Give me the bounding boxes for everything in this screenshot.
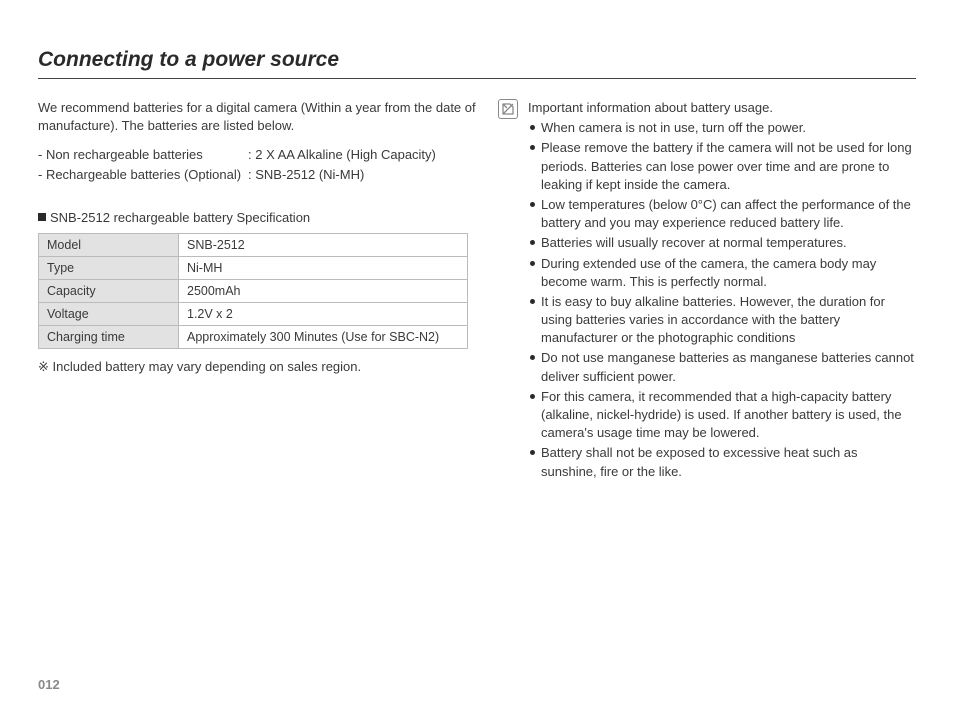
spec-label: Model [39,234,179,257]
list-item: During extended use of the camera, the c… [528,255,916,291]
list-item: Battery shall not be exposed to excessiv… [528,444,916,480]
spec-label: Charging time [39,326,179,349]
spec-value: SNB-2512 [179,234,468,257]
spec-value: 2500mAh [179,280,468,303]
list-item: Low temperatures (below 0°C) can affect … [528,196,916,232]
page-title: Connecting to a power source [38,48,916,79]
battery-type-value: : 2 X AA Alkaline (High Capacity) [248,145,436,165]
info-block: Important information about battery usag… [528,99,916,483]
spec-label: Type [39,257,179,280]
spec-heading: SNB-2512 rechargeable battery Specificat… [38,210,478,225]
battery-type-row: - Rechargeable batteries (Optional) : SN… [38,165,478,185]
info-title: Important information about battery usag… [528,99,916,117]
note-icon [498,99,520,483]
reference-mark-icon: ※ [38,359,49,374]
spec-heading-text: SNB-2512 rechargeable battery Specificat… [50,210,310,225]
list-item: It is easy to buy alkaline batteries. Ho… [528,293,916,348]
info-bullet-list: When camera is not in use, turn off the … [528,119,916,481]
battery-type-label: - Non rechargeable batteries [38,145,248,165]
spec-value: Ni-MH [179,257,468,280]
left-column: We recommend batteries for a digital cam… [38,99,478,483]
spec-value: Approximately 300 Minutes (Use for SBC-N… [179,326,468,349]
right-column: Important information about battery usag… [498,99,916,483]
table-row: Voltage 1.2V x 2 [39,303,468,326]
battery-type-value: : SNB-2512 (Ni-MH) [248,165,364,185]
table-row: Type Ni-MH [39,257,468,280]
list-item: When camera is not in use, turn off the … [528,119,916,137]
list-item: Batteries will usually recover at normal… [528,234,916,252]
list-item: Please remove the battery if the camera … [528,139,916,194]
battery-type-label: - Rechargeable batteries (Optional) [38,165,248,185]
footnote: ※ Included battery may vary depending on… [38,359,478,375]
footnote-text: Included battery may vary depending on s… [53,359,362,374]
list-item: Do not use manganese batteries as mangan… [528,349,916,385]
spec-label: Capacity [39,280,179,303]
battery-type-list: - Non rechargeable batteries : 2 X AA Al… [38,145,478,184]
spec-table: Model SNB-2512 Type Ni-MH Capacity 2500m… [38,233,468,349]
battery-type-row: - Non rechargeable batteries : 2 X AA Al… [38,145,478,165]
spec-value: 1.2V x 2 [179,303,468,326]
content-columns: We recommend batteries for a digital cam… [38,99,916,483]
spec-label: Voltage [39,303,179,326]
square-bullet-icon [38,213,46,221]
table-row: Charging time Approximately 300 Minutes … [39,326,468,349]
table-row: Model SNB-2512 [39,234,468,257]
page-number: 012 [38,677,60,692]
intro-text: We recommend batteries for a digital cam… [38,99,478,135]
list-item: For this camera, it recommended that a h… [528,388,916,443]
table-row: Capacity 2500mAh [39,280,468,303]
